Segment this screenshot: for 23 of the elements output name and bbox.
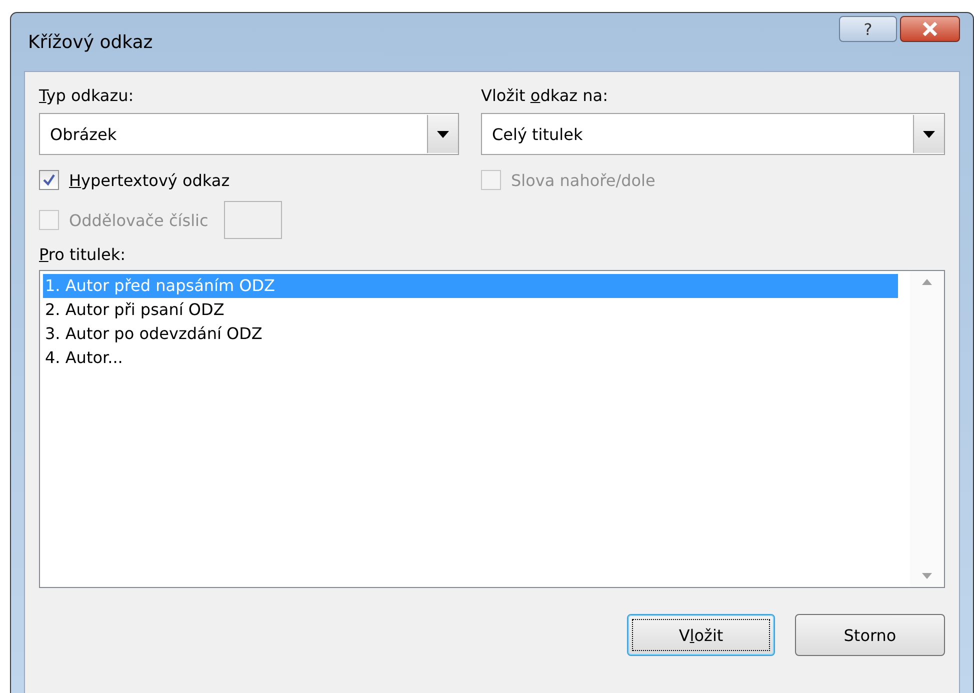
window-title: Křížový odkaz <box>28 32 153 52</box>
list-item[interactable]: 2. Autor při psaní ODZ <box>43 298 898 322</box>
field-label: Typ odkazu: <box>39 86 135 105</box>
dropdown-arrow-icon <box>437 130 449 138</box>
scroll-down-icon[interactable] <box>922 573 932 579</box>
scroll-up-icon[interactable] <box>922 279 932 285</box>
checkbox-label: Hypertextový odkaz <box>69 170 230 190</box>
scrollbar[interactable] <box>910 271 944 587</box>
field-label: Pro titulek: <box>39 245 126 264</box>
close-icon[interactable] <box>922 22 938 36</box>
checkbox-label: Oddělovače číslic <box>69 210 208 230</box>
dropdown-arrow-icon <box>923 130 935 138</box>
cancel-button[interactable]: Storno <box>795 614 945 656</box>
checkbox-label: Slova nahoře/dole <box>511 170 656 190</box>
list-item[interactable]: 3. Autor po odevzdání ODZ <box>43 322 898 346</box>
insert-reference-dropdown[interactable]: Celý titulek <box>481 113 945 155</box>
checkbox[interactable] <box>39 170 59 190</box>
help-button[interactable]: ? <box>839 16 897 42</box>
close-button[interactable] <box>900 16 960 42</box>
insert-button[interactable]: Vložit <box>627 614 775 656</box>
field-label: Vložit odkaz na: <box>481 86 609 105</box>
list-item[interactable]: 4. Autor... <box>43 346 898 370</box>
reference-type-dropdown[interactable]: Obrázek <box>39 113 459 155</box>
